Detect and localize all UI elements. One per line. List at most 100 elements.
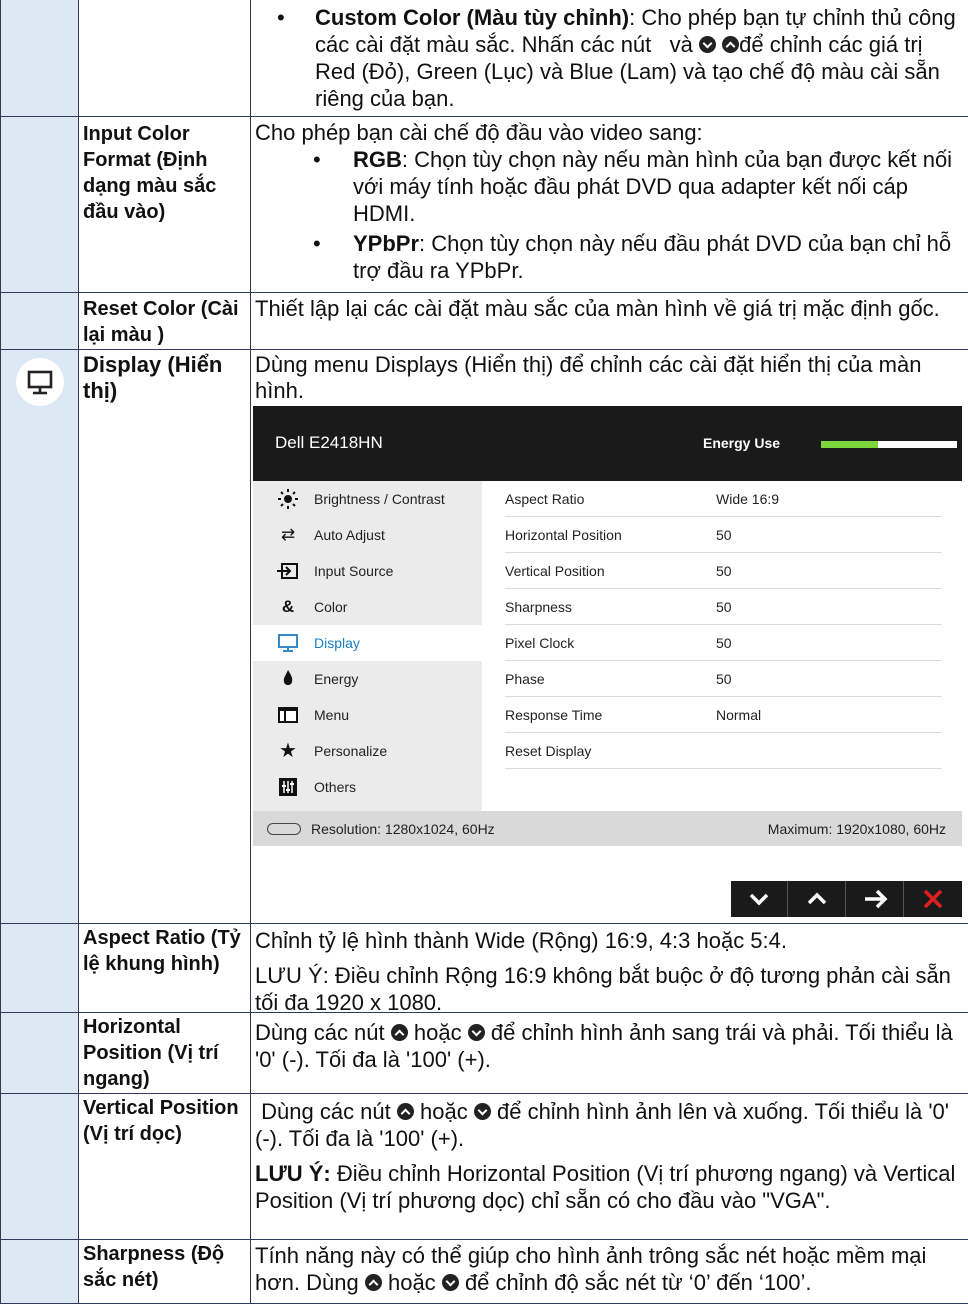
arrow-right-icon [865, 889, 888, 909]
brightness-icon [277, 489, 299, 509]
maximum-resolution-text: Maximum: 1920x1080, 60Hz [767, 821, 946, 837]
vertical-position-label: Vertical Position (Vị trí dọc) [79, 1094, 251, 1239]
osd-main-menu: Brightness / Contrast ⇄ Auto Adjust Inpu… [253, 481, 482, 811]
aspect-ratio-text: Chỉnh tỷ lệ hình thành Wide (Rộng) 16:9,… [255, 928, 787, 953]
menu-item-brightness-contrast[interactable]: Brightness / Contrast [253, 481, 482, 517]
bullet: • [277, 5, 285, 30]
aspect-ratio-note: LƯU Ý: Điều chỉnh Rộng 16:9 không bắt bu… [255, 963, 951, 1015]
vga-connector-icon [267, 823, 301, 835]
table-row-vertical-position: Vertical Position (Vị trí dọc) Dùng các … [0, 1094, 968, 1240]
display-label: Display (Hiển thị) [79, 350, 251, 923]
aspect-ratio-description: Chỉnh tỷ lệ hình thành Wide (Rộng) 16:9,… [251, 924, 968, 1015]
display-icon [277, 633, 299, 653]
or-text: hoặc [387, 1270, 436, 1295]
osd-footer: Resolution: 1280x1024, 60Hz Maximum: 192… [253, 811, 962, 846]
up-button[interactable] [789, 881, 846, 917]
setting-phase[interactable]: Phase 50 [505, 661, 942, 697]
osd-menu-screenshot: Dell E2418HN Energy Use Brightness / Con… [253, 406, 962, 846]
setting-pixel-clock[interactable]: Pixel Clock 50 [505, 625, 942, 661]
setting-response-time[interactable]: Response Time Normal [505, 697, 942, 733]
sharpness-label: Sharpness (Độ sắc nét) [79, 1240, 251, 1303]
menu-item-label: Input Source [314, 563, 394, 579]
up-button-icon [390, 1024, 408, 1041]
menu-item-label: Menu [314, 707, 350, 723]
icon-cell [0, 1013, 79, 1093]
horizontal-position-description: Dùng các nút hoặc để chỉnh hình ảnh sang… [251, 1013, 968, 1093]
vertical-position-description: Dùng các nút hoặc để chỉnh hình ảnh lên … [251, 1094, 968, 1239]
up-button-icon [364, 1274, 382, 1291]
table-row-horizontal-position: Horizontal Position (Vị trí ngang) Dùng … [0, 1013, 968, 1094]
menu-item-label: Energy [314, 671, 359, 687]
icon-cell [0, 0, 79, 116]
setting-vertical-position[interactable]: Vertical Position 50 [505, 553, 942, 589]
ypbpr-title: YPbPr [353, 231, 420, 256]
others-icon [277, 777, 299, 797]
row-description-cell: • Custom Color (Màu tùy chỉnh): Cho phép… [251, 0, 968, 116]
input-color-format-label: Input Color Format (Định dạng màu sắc đầ… [79, 117, 251, 292]
menu-item-menu[interactable]: Menu [253, 697, 482, 733]
horizontal-position-text: Dùng các nút [255, 1020, 385, 1045]
setting-label: Vertical Position [505, 563, 605, 579]
setting-aspect-ratio[interactable]: Aspect Ratio Wide 16:9 [505, 481, 942, 517]
sharpness-text-end: để chỉnh độ sắc nét từ ‘0’ đến ‘100’. [464, 1270, 812, 1295]
icon-cell [0, 293, 79, 349]
setting-label: Response Time [505, 707, 603, 723]
chevron-down-icon [749, 893, 769, 906]
down-button-icon [699, 36, 717, 53]
menu-item-energy[interactable]: Energy [253, 661, 482, 697]
bullet: • [313, 231, 321, 256]
table-row-aspect-ratio: Aspect Ratio (Tỷ lệ khung hình) Chỉnh tỷ… [0, 924, 968, 1015]
input-color-format-description: Cho phép bạn cài chế độ đầu vào video sa… [251, 117, 968, 292]
menu-item-color[interactable]: & Color [253, 589, 482, 625]
vertical-position-text: Dùng các nút hoặc để chỉnh hình ảnh lên … [255, 1094, 964, 1152]
menu-item-label: Brightness / Contrast [314, 491, 445, 507]
setting-label: Reset Display [505, 743, 592, 759]
monitor-button-bar [731, 881, 962, 917]
color-icon: & [281, 597, 295, 616]
menu-item-label: Auto Adjust [314, 527, 385, 543]
setting-label: Sharpness [505, 599, 572, 615]
down-button-icon [467, 1024, 485, 1041]
osd-display-submenu: Aspect Ratio Wide 16:9 Horizontal Positio… [482, 481, 962, 811]
aspect-ratio-label: Aspect Ratio (Tỷ lệ khung hình) [79, 924, 251, 1012]
menu-item-others[interactable]: Others [253, 769, 482, 805]
menu-item-personalize[interactable]: ★ Personalize [253, 733, 482, 769]
setting-value: 50 [716, 527, 732, 543]
or-text: hoặc [413, 1020, 462, 1045]
ypbpr-item: • YPbPr: Chọn tùy chọn này nếu đầu phát … [255, 230, 964, 284]
menu-item-display[interactable]: Display [253, 625, 482, 661]
up-button-icon [722, 36, 740, 53]
setting-label: Phase [505, 671, 545, 687]
setting-value: 50 [716, 563, 732, 579]
osd-title: Dell E2418HN [275, 433, 383, 452]
enter-button[interactable] [847, 881, 904, 917]
icon-cell [0, 117, 79, 292]
osd-header: Dell E2418HN Energy Use [253, 406, 962, 481]
exit-button[interactable] [905, 881, 962, 917]
table-row-reset-color: Reset Color (Cài lại màu ) Thiết lập lại… [0, 293, 968, 350]
resolution-text: Resolution: 1280x1024, 60Hz [311, 821, 495, 837]
and-text: và [669, 32, 693, 57]
row-label-cell [79, 0, 251, 116]
setting-value: Wide 16:9 [716, 491, 780, 507]
table-row-input-color-format: Input Color Format (Định dạng màu sắc đầ… [0, 117, 968, 293]
down-button[interactable] [731, 881, 788, 917]
input-color-format-intro: Cho phép bạn cài chế độ đầu vào video sa… [255, 120, 703, 145]
vertical-position-text-start: Dùng các nút [261, 1099, 391, 1124]
icon-cell [0, 1240, 79, 1303]
energy-use-bar [821, 441, 957, 448]
menu-item-auto-adjust[interactable]: ⇄ Auto Adjust [253, 517, 482, 553]
icon-cell [0, 350, 79, 923]
menu-item-label: Display [314, 635, 360, 651]
menu-icon [277, 705, 299, 725]
setting-value: 50 [716, 635, 732, 651]
setting-horizontal-position[interactable]: Horizontal Position 50 [505, 517, 942, 553]
table-row-custom-color: • Custom Color (Màu tùy chỉnh): Cho phép… [0, 0, 968, 117]
note-label: LƯU Ý: [255, 1161, 331, 1186]
setting-reset-display[interactable]: Reset Display [505, 733, 942, 769]
setting-value: 50 [716, 671, 732, 687]
table-row-sharpness: Sharpness (Độ sắc nét) Tính năng này có … [0, 1240, 968, 1304]
menu-item-input-source[interactable]: Input Source [253, 553, 482, 589]
rgb-item: • RGB: Chọn tùy chọn này nếu màn hình củ… [255, 146, 964, 227]
setting-sharpness[interactable]: Sharpness 50 [505, 589, 942, 625]
